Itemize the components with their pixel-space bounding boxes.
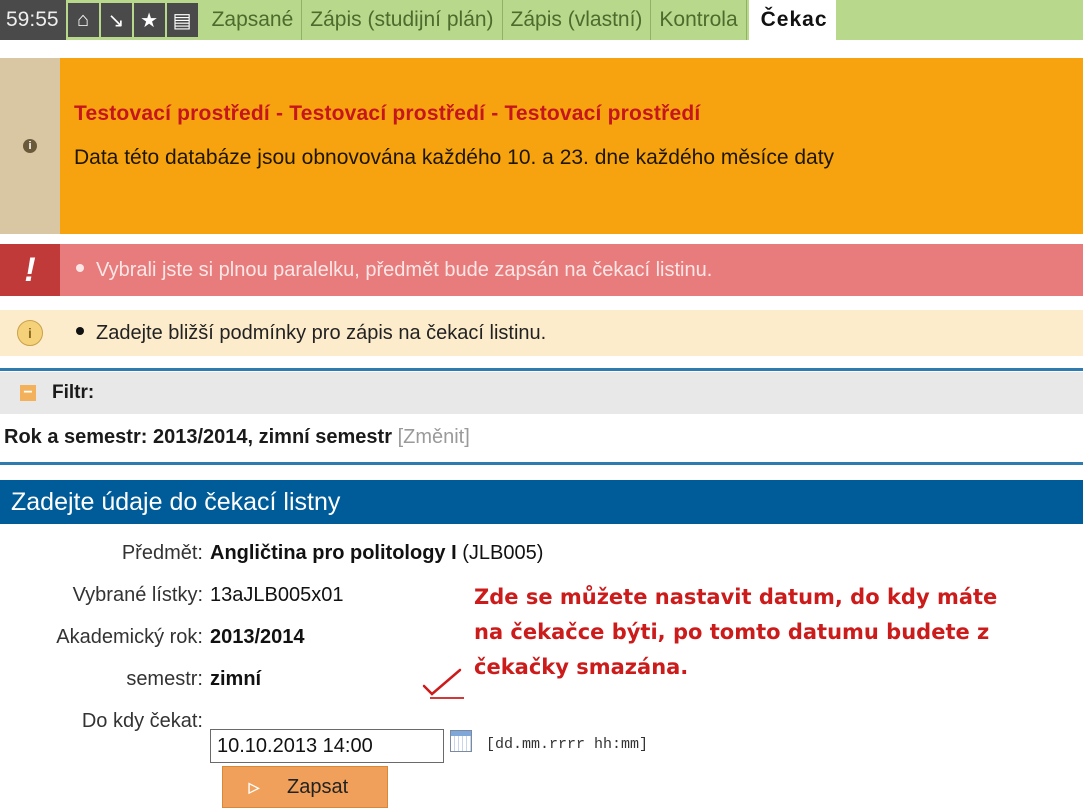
info-icon: i — [17, 320, 43, 346]
semester-label: semestr: — [126, 667, 203, 690]
home-icon[interactable]: ⌂ — [67, 3, 99, 37]
year-value: 2013/2014 — [210, 625, 305, 648]
year-row: Akademický rok: 2013/2014 — [0, 622, 305, 652]
change-link[interactable]: [Změnit] — [398, 426, 470, 448]
tab-zapis-vlastni[interactable]: Zápis (vlastní) — [503, 0, 652, 40]
tab-cekaci-listina[interactable]: Čekac — [748, 0, 836, 40]
annotation-line: Zde se můžete nastavit datum, do kdy mát… — [474, 585, 998, 609]
calendar-icon[interactable] — [450, 730, 472, 752]
subject-label: Předmět: — [121, 541, 203, 564]
bullet — [76, 264, 84, 273]
year-label: Akademický rok: — [56, 625, 203, 648]
banner-title: Testovací prostředí - Testovací prostřed… — [74, 102, 701, 125]
checkmark-icon — [422, 668, 464, 699]
download-icon[interactable]: ↘ — [100, 3, 132, 37]
tickets-row: Vybrané lístky: 13aJLB005x01 — [0, 580, 344, 610]
filter-label: Rok a semestr: 2013/2014, zimní semestr — [4, 426, 392, 448]
star-icon[interactable]: ★ — [133, 3, 165, 37]
collapse-icon[interactable]: − — [20, 385, 36, 401]
bullet — [76, 327, 84, 336]
tab-kontrola[interactable]: Kontrola — [651, 0, 747, 40]
tab-zapsane[interactable]: Zapsané — [204, 0, 303, 40]
annotation: Zde se můžete nastavit datum, do kdy mát… — [474, 580, 1082, 685]
banner-text: Data této databáze jsou obnovována každé… — [74, 146, 835, 169]
top-navigation: 59:55 ⌂ ↘ ★ ▤ Zapsané Zápis (studijní pl… — [0, 0, 1083, 40]
play-icon: ▷ — [248, 778, 260, 795]
wait-row: Do kdy čekat: [dd.mm.rrrr hh:mm] — [0, 708, 648, 763]
print-icon[interactable]: ▤ — [166, 3, 198, 37]
divider — [0, 368, 1083, 371]
subject-code: (JLB005) — [462, 541, 544, 564]
info-message: i Zadejte bližší podmínky pro zápis na č… — [0, 310, 1083, 356]
session-timer: 59:55 — [0, 0, 66, 40]
banner-content: Testovací prostředí - Testovací prostřed… — [60, 58, 1083, 234]
subject-name: Angličtina pro politology I — [210, 541, 457, 564]
wait-label: Do kdy čekat: — [81, 710, 203, 732]
divider — [0, 462, 1083, 465]
info-icon: i — [23, 139, 37, 153]
annotation-line: na čekačce býti, po tomto datumu budete … — [474, 620, 990, 644]
banner-side: i — [0, 58, 60, 234]
wait-date-input[interactable] — [210, 729, 444, 763]
annotation-line: čekačky smazána. — [474, 655, 689, 679]
info-text: Zadejte bližší podmínky pro zápis na ček… — [96, 321, 547, 344]
tickets-label: Vybrané lístky: — [72, 583, 203, 606]
filter-header[interactable]: − Filtr: — [0, 372, 1083, 414]
filter-row: Rok a semestr: 2013/2014, zimní semestr … — [4, 426, 470, 449]
submit-label: Zapsat — [287, 775, 349, 798]
error-message: ! Vybrali jste si plnou paralelku, předm… — [0, 244, 1083, 296]
form-title: Zadejte údaje do čekací listny — [0, 480, 1083, 524]
warning-icon: ! — [0, 244, 60, 296]
error-text: Vybrali jste si plnou paralelku, předmět… — [96, 258, 713, 281]
filter-title: Filtr: — [52, 382, 95, 403]
tickets-value: 13aJLB005x01 — [210, 583, 344, 606]
test-environment-banner: i Testovací prostředí - Testovací prostř… — [0, 58, 1083, 234]
date-format-hint: [dd.mm.rrrr hh:mm] — [486, 736, 649, 753]
subject-row: Předmět: Angličtina pro politology I (JL… — [0, 538, 544, 568]
submit-button[interactable]: ▷ Zapsat — [222, 766, 388, 808]
semester-row: semestr: zimní — [0, 664, 261, 694]
semester-value: zimní — [210, 667, 262, 690]
tab-zapis-studijni-plan[interactable]: Zápis (studijní plán) — [302, 0, 503, 40]
